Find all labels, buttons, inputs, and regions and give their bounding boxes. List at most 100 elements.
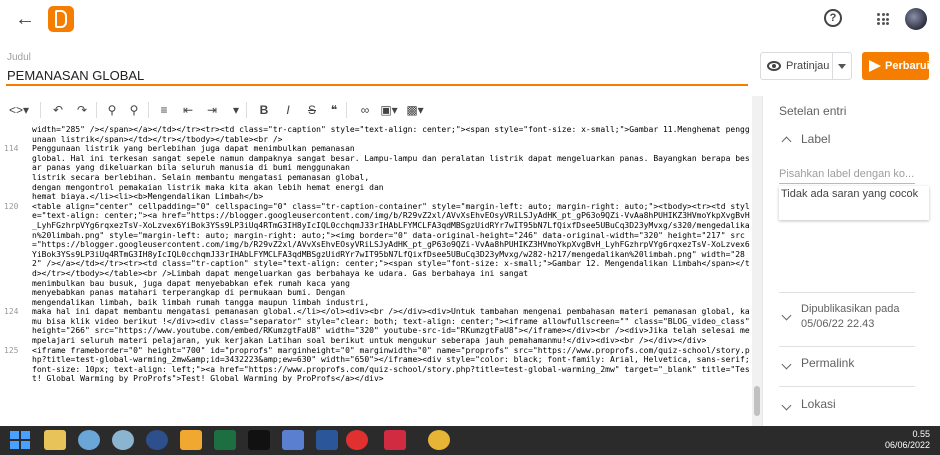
file-explorer-icon[interactable]	[44, 430, 66, 450]
terminal-icon[interactable]	[248, 430, 270, 450]
app-icon[interactable]	[384, 430, 406, 450]
quote-icon[interactable]: ❝	[328, 102, 340, 118]
word-icon[interactable]	[316, 430, 338, 450]
code-line[interactable]: hemat biaya.</li><li><b>Mengendalikan Li…	[0, 192, 752, 202]
bold-icon[interactable]: B	[258, 102, 270, 118]
title-label: Judul	[7, 52, 31, 63]
code-text: width="285" /></span></a></td></tr><tr><…	[32, 125, 750, 144]
permalink-section-toggle[interactable]: Permalink	[801, 356, 854, 370]
settings-heading: Setelan entri	[779, 104, 847, 118]
back-arrow-icon[interactable]: ←	[14, 8, 36, 30]
code-text: listrik secara berlebihan. Selain memban…	[32, 172, 370, 182]
chevron-down-icon[interactable]	[781, 359, 792, 370]
published-section-toggle[interactable]: Dipublikasikan pada 05/06/22 22.43	[801, 302, 931, 332]
avatar[interactable]	[905, 8, 927, 30]
labels-suggestion: Tidak ada saran yang cocok	[779, 186, 929, 220]
system-clock[interactable]: 0.55 06/06/2022	[870, 429, 930, 453]
search-icon[interactable]: ⚲	[106, 102, 118, 118]
code-line[interactable]: 120 <table align="center" cellpadding="0"…	[0, 202, 752, 279]
section-divider	[779, 346, 915, 347]
code-line[interactable]: 124 maka hal ini dapat membantu mengatasi…	[0, 307, 752, 345]
code-text: global. Hal ini terkesan sangat sepele n…	[32, 153, 750, 173]
chevron-up-icon[interactable]	[781, 136, 792, 147]
editor-toolbar: <>▾ ↶ ↷ ⚲ ⚲ ≡ ⇤ ⇥ ▾ B I S ❝ ∞ ▣▾ ▩▾	[0, 96, 752, 124]
code-text: maka hal ini dapat membantu mengatasi pe…	[32, 307, 750, 346]
video-icon[interactable]: ▩▾	[406, 102, 424, 118]
preview-divider	[832, 53, 833, 79]
update-label: Perbarui	[885, 60, 930, 72]
code-line[interactable]: 114 Penggunaan listrik yang berlebihan ju…	[0, 144, 752, 154]
paragraph-icon[interactable]: ▾	[230, 102, 242, 118]
code-line[interactable]: menimbulkan bau busuk, juga dapat menyeb…	[0, 279, 752, 289]
windows-start-icon[interactable]	[10, 431, 30, 449]
location-section-toggle[interactable]: Lokasi	[801, 397, 836, 411]
app-icon[interactable]	[180, 430, 202, 450]
published-date: 05/06/22 22.43	[801, 318, 875, 330]
code-line[interactable]: menyebabkan panas matahari terperangkap …	[0, 288, 752, 298]
format-icon[interactable]: ≡	[158, 102, 170, 118]
code-line[interactable]: 125 <iframe frameborder="0" height="700" …	[0, 346, 752, 384]
code-text: hemat biaya.</li><li><b>Mengendalikan Li…	[32, 192, 264, 202]
help-icon[interactable]: ?	[824, 9, 842, 27]
clock-date: 06/06/2022	[884, 440, 930, 450]
code-text: <table align="center" cellpadding="0" ce…	[32, 201, 750, 278]
code-line[interactable]: dengan mengontrol pemakaian listrik maka…	[0, 183, 752, 193]
chrome-icon[interactable]	[428, 430, 450, 450]
app-icon[interactable]	[146, 430, 168, 450]
italic-icon[interactable]: I	[282, 102, 294, 118]
chevron-down-icon[interactable]	[781, 310, 792, 321]
code-text: dengan mengontrol pemakaian listrik maka…	[32, 182, 384, 192]
line-number: 114	[4, 144, 19, 154]
record-icon[interactable]	[346, 430, 368, 450]
preview-label: Pratinjau	[786, 60, 830, 72]
excel-icon[interactable]	[214, 430, 236, 450]
eye-icon	[767, 61, 781, 71]
toolbar-divider	[96, 102, 97, 118]
preview-button[interactable]: Pratinjau	[760, 52, 852, 80]
blogger-logo-icon[interactable]	[48, 6, 74, 32]
scrollbar-thumb[interactable]	[754, 386, 760, 416]
section-divider	[779, 292, 915, 293]
toolbar-divider	[346, 102, 347, 118]
app-icon[interactable]	[282, 430, 304, 450]
html-code-editor[interactable]: width="285" /></span></a></td></tr><tr><…	[0, 125, 752, 427]
app-icon[interactable]	[78, 430, 100, 450]
html-view-icon[interactable]: <>▾	[8, 102, 30, 118]
labels-section-toggle[interactable]: Label	[801, 132, 830, 146]
editor-scrollbar[interactable]	[752, 96, 762, 426]
line-number: 124	[4, 307, 19, 317]
app-bar: ← ?	[0, 0, 940, 38]
code-text: mengendalikan limbah, baik limbah rumah …	[32, 297, 370, 307]
windows-taskbar: 0.55 06/06/2022	[0, 426, 940, 455]
code-text: menimbulkan bau busuk, juga dapat menyeb…	[32, 278, 350, 288]
code-line[interactable]: global. Hal ini terkesan sangat sepele n…	[0, 154, 752, 173]
code-text: menyebabkan panas matahari terperangkap …	[32, 288, 346, 298]
post-title-input[interactable]	[6, 66, 748, 86]
outdent-icon[interactable]: ⇥	[206, 102, 218, 118]
send-icon	[869, 60, 881, 72]
labels-input[interactable]: Pisahkan label dengan ko...	[779, 168, 915, 184]
code-line[interactable]: mengendalikan limbah, baik limbah rumah …	[0, 298, 752, 308]
post-settings-panel: Setelan entri Label Pisahkan label denga…	[762, 96, 940, 426]
indent-icon[interactable]: ⇤	[182, 102, 194, 118]
update-button[interactable]: Perbarui	[862, 52, 930, 80]
code-line[interactable]: width="285" /></span></a></td></tr><tr><…	[0, 125, 752, 144]
link-icon[interactable]: ∞	[358, 102, 372, 118]
section-divider	[779, 386, 915, 387]
code-text: Penggunaan listrik yang berlebihan juga …	[32, 144, 355, 154]
chevron-down-icon[interactable]	[781, 400, 792, 411]
search-replace-icon[interactable]: ⚲	[128, 102, 140, 118]
code-line[interactable]: listrik secara berlebihan. Selain memban…	[0, 173, 752, 183]
published-label: Dipublikasikan pada	[801, 303, 900, 315]
apps-grid-icon[interactable]	[877, 13, 889, 25]
redo-icon[interactable]: ↷	[76, 102, 88, 118]
toolbar-divider	[148, 102, 149, 118]
undo-icon[interactable]: ↶	[52, 102, 64, 118]
app-icon[interactable]	[112, 430, 134, 450]
line-number: 120	[4, 201, 19, 211]
code-text: <iframe frameborder="0" height="700" id=…	[32, 345, 750, 384]
chevron-down-icon[interactable]	[838, 64, 846, 69]
strikethrough-icon[interactable]: S	[306, 102, 318, 118]
toolbar-divider	[246, 102, 247, 118]
image-icon[interactable]: ▣▾	[380, 102, 398, 118]
